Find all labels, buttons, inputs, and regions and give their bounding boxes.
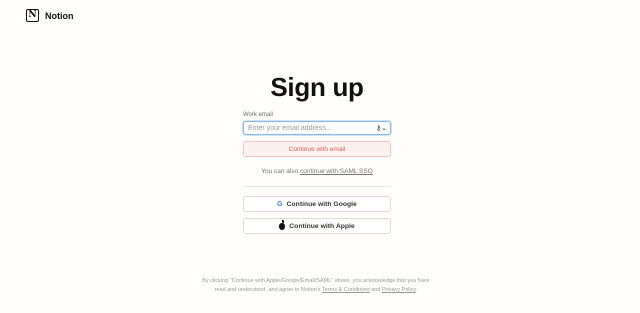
password-manager-key-icon[interactable]: ⚷⌄ — [376, 125, 387, 132]
google-icon: G — [277, 200, 283, 208]
notion-logo-icon[interactable]: N — [26, 9, 39, 22]
legal-end: . — [415, 287, 418, 293]
brand-name[interactable]: Notion — [45, 11, 74, 21]
continue-with-apple-button[interactable]: Continue with Apple — [243, 218, 391, 234]
continue-with-email-button[interactable]: Continue with email — [243, 141, 391, 157]
privacy-policy-link[interactable]: Privacy Policy — [382, 287, 416, 293]
divider — [243, 186, 391, 187]
google-button-label: Continue with Google — [286, 200, 357, 208]
legal-notice: By clicking “Continue with Apple/Google/… — [198, 277, 434, 295]
legal-and: and — [371, 287, 381, 293]
sso-line: You can also continue with SAML SSO — [243, 168, 391, 175]
email-input[interactable] — [248, 124, 376, 132]
page-title: Sign up — [270, 72, 364, 102]
terms-link[interactable]: Terms & Conditions — [322, 287, 370, 293]
header: N Notion — [26, 9, 74, 22]
email-label: Work email — [243, 112, 273, 118]
saml-sso-link[interactable]: continue with SAML SSO — [300, 168, 373, 175]
email-field-wrapper[interactable]: ⚷⌄ — [243, 121, 391, 135]
continue-with-google-button[interactable]: G Continue with Google — [243, 196, 391, 212]
apple-icon — [279, 220, 286, 230]
apple-button-label: Continue with Apple — [289, 222, 355, 230]
sso-prefix: You can also — [261, 168, 299, 175]
signup-form: Sign up Work email ⚷⌄ Continue with emai… — [243, 72, 391, 234]
